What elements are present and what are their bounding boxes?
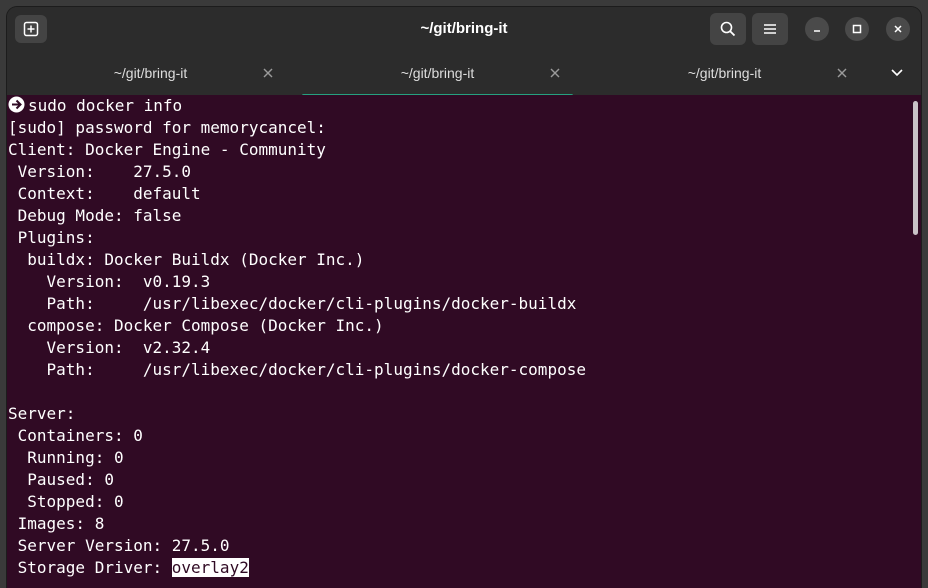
terminal-window: ~/git/bring-it ~/git/bring-it ~/git/brin… bbox=[7, 7, 921, 588]
tab-close-button[interactable] bbox=[834, 65, 850, 81]
terminal-line: Images: 8 bbox=[8, 514, 105, 533]
hamburger-menu-icon bbox=[764, 24, 776, 34]
terminal-line: Running: 0 bbox=[8, 448, 124, 467]
minimize-icon bbox=[814, 30, 820, 32]
close-icon bbox=[550, 68, 560, 78]
terminal-line: Version: v2.32.4 bbox=[8, 338, 211, 357]
tab-close-button[interactable] bbox=[547, 65, 563, 81]
tab-bar: ~/git/bring-it ~/git/bring-it ~/git/brin… bbox=[7, 51, 921, 101]
tab-3[interactable]: ~/git/bring-it bbox=[581, 51, 868, 101]
search-icon bbox=[720, 21, 736, 37]
terminal-line: Debug Mode: false bbox=[8, 206, 182, 225]
tab-overflow-button[interactable] bbox=[887, 65, 907, 81]
terminal-line: [sudo] password for memorycancel: bbox=[8, 118, 326, 137]
prompt-command: sudo docker info bbox=[28, 96, 183, 115]
tab-label: ~/git/bring-it bbox=[400, 65, 475, 81]
terminal-line: buildx: Docker Buildx (Docker Inc.) bbox=[8, 250, 365, 269]
close-icon bbox=[837, 68, 847, 78]
header-bar: ~/git/bring-it bbox=[7, 7, 921, 51]
terminal-line: Server Version: 27.5.0 bbox=[8, 536, 230, 555]
tab-label: ~/git/bring-it bbox=[687, 65, 762, 81]
terminal-line: Stopped: 0 bbox=[8, 492, 124, 511]
close-icon bbox=[894, 25, 902, 33]
terminal-prompt-line: sudo docker info bbox=[8, 95, 182, 117]
terminal-output[interactable]: sudo docker info [sudo] password for mem… bbox=[7, 95, 921, 588]
terminal-line: Path: /usr/libexec/docker/cli-plugins/do… bbox=[8, 360, 586, 379]
close-icon bbox=[263, 68, 273, 78]
terminal-line: Path: /usr/libexec/docker/cli-plugins/do… bbox=[8, 294, 577, 313]
prompt-arrow-icon bbox=[8, 96, 25, 113]
tab-2-active[interactable]: ~/git/bring-it bbox=[294, 51, 581, 101]
terminal-scrollbar[interactable] bbox=[913, 101, 918, 235]
search-button[interactable] bbox=[710, 13, 746, 45]
minimize-button[interactable] bbox=[805, 17, 829, 41]
tab-label: ~/git/bring-it bbox=[113, 65, 188, 81]
tab-1[interactable]: ~/git/bring-it bbox=[7, 51, 294, 101]
maximize-button[interactable] bbox=[845, 17, 869, 41]
terminal-line: compose: Docker Compose (Docker Inc.) bbox=[8, 316, 384, 335]
tab-close-button[interactable] bbox=[260, 65, 276, 81]
chevron-down-icon bbox=[891, 69, 903, 77]
terminal-line: Plugins: bbox=[8, 228, 95, 247]
menu-button[interactable] bbox=[752, 13, 788, 45]
terminal-line-storage-driver: Storage Driver: overlay2 bbox=[8, 557, 249, 579]
terminal-line: Version: 27.5.0 bbox=[8, 162, 192, 181]
terminal-line: Version: v0.19.3 bbox=[8, 272, 211, 291]
selected-text[interactable]: overlay2 bbox=[171, 558, 249, 577]
terminal-line: Paused: 0 bbox=[8, 470, 114, 489]
terminal-line-prefix: Storage Driver: bbox=[8, 558, 172, 577]
terminal-line: Server: bbox=[8, 404, 76, 423]
maximize-icon bbox=[852, 24, 862, 34]
terminal-line: Context: default bbox=[8, 184, 201, 203]
close-window-button[interactable] bbox=[886, 17, 910, 41]
terminal-line: Client: Docker Engine - Community bbox=[8, 140, 326, 159]
terminal-line: Containers: 0 bbox=[8, 426, 143, 445]
